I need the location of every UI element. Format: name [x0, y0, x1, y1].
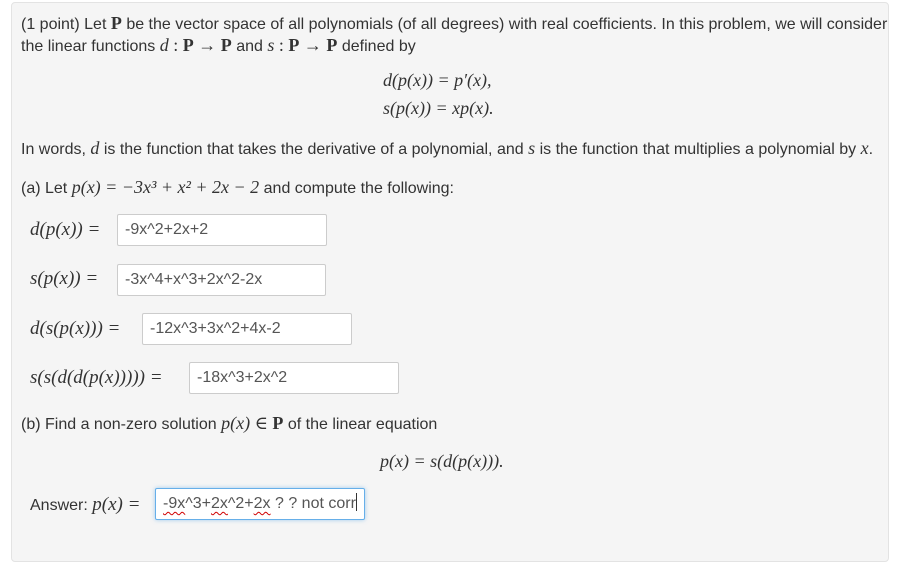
answer-label: Answer: [30, 497, 88, 514]
answer-lhs: p(x) = [92, 494, 141, 515]
period: . [868, 141, 874, 158]
part-a-text: and compute the following: [263, 180, 454, 197]
intro-text: defined by [341, 38, 416, 55]
item-1-lhs: d(p(x)) = [30, 219, 101, 240]
part-a-prompt: (a) Let p(x) = −3x³ + x² + 2x − 2 and co… [21, 177, 454, 198]
answer-fragment: 2x [210, 495, 228, 512]
intro-text: Let [84, 16, 107, 33]
part-b-text: of the linear equation [287, 416, 438, 433]
part-b-prompt: (b) Find a non-zero solution p(x) ∈ P of… [21, 413, 437, 434]
math-s: s [528, 138, 536, 158]
math-px-definition: p(x) = −3x³ + x² + 2x − 2 [71, 177, 260, 197]
words-text: is the function that takes the derivativ… [103, 141, 524, 158]
math-P: P [110, 13, 122, 33]
answer-fragment: ^3+ [185, 495, 211, 512]
intro-text: the linear functions [21, 38, 156, 55]
linear-equation: p(x) = s(d(p(x))). [380, 451, 504, 471]
item-3-lhs: d(s(p(x))) = [30, 318, 121, 339]
part-b-text: (b) Find a non-zero solution [21, 416, 217, 433]
answer-fragment: ? ? not corr [270, 495, 356, 512]
answer-input-s-s-d-d-p[interactable]: -18x^3+2x^2 [189, 362, 399, 394]
part-a-text: (a) Let [21, 180, 68, 197]
answer-input-s-p[interactable]: -3x^4+x^3+2x^2-2x [117, 264, 326, 296]
math-px-in-P: p(x) ∈ P [221, 413, 284, 433]
intro-line-2: the linear functions d : P → P and s : P… [21, 35, 416, 56]
words-text: is the function that multiplies a polyno… [539, 141, 857, 158]
answer-fragment: -9x [163, 495, 186, 512]
math-s-map: s : P → P [267, 35, 338, 55]
answer-input-d-p[interactable]: -9x^2+2x+2 [117, 214, 327, 246]
words-line: In words, d is the function that takes t… [21, 138, 873, 159]
intro-text: and [236, 38, 263, 55]
s-definition: s(p(x)) = xp(x). [383, 98, 494, 118]
math-d: d [90, 138, 100, 158]
answer-input-px[interactable]: -9x^3+2x^2+2x ? ? not corr [155, 488, 365, 520]
words-text: In words, [21, 141, 86, 158]
answer-fragment: ^2+ [227, 495, 254, 512]
text-caret [355, 493, 357, 511]
d-definition: d(p(x)) = p′(x), [383, 70, 492, 90]
points-label: (1 point) [21, 16, 80, 33]
math-x: x [860, 138, 869, 158]
intro-line-1: (1 point) Let P be the vector space of a… [21, 13, 887, 34]
answer-input-d-s-p[interactable]: -12x^3+3x^2+4x-2 [142, 313, 352, 345]
answer-fragment: 2x [253, 495, 271, 512]
item-4-lhs: s(s(d(d(p(x))))) = [30, 367, 163, 388]
intro-text: be the vector space of all polynomials (… [126, 16, 888, 33]
math-d-map: d : P → P [159, 35, 232, 55]
item-2-lhs: s(p(x)) = [30, 268, 99, 289]
answer-row: Answer: p(x) = [30, 494, 140, 516]
